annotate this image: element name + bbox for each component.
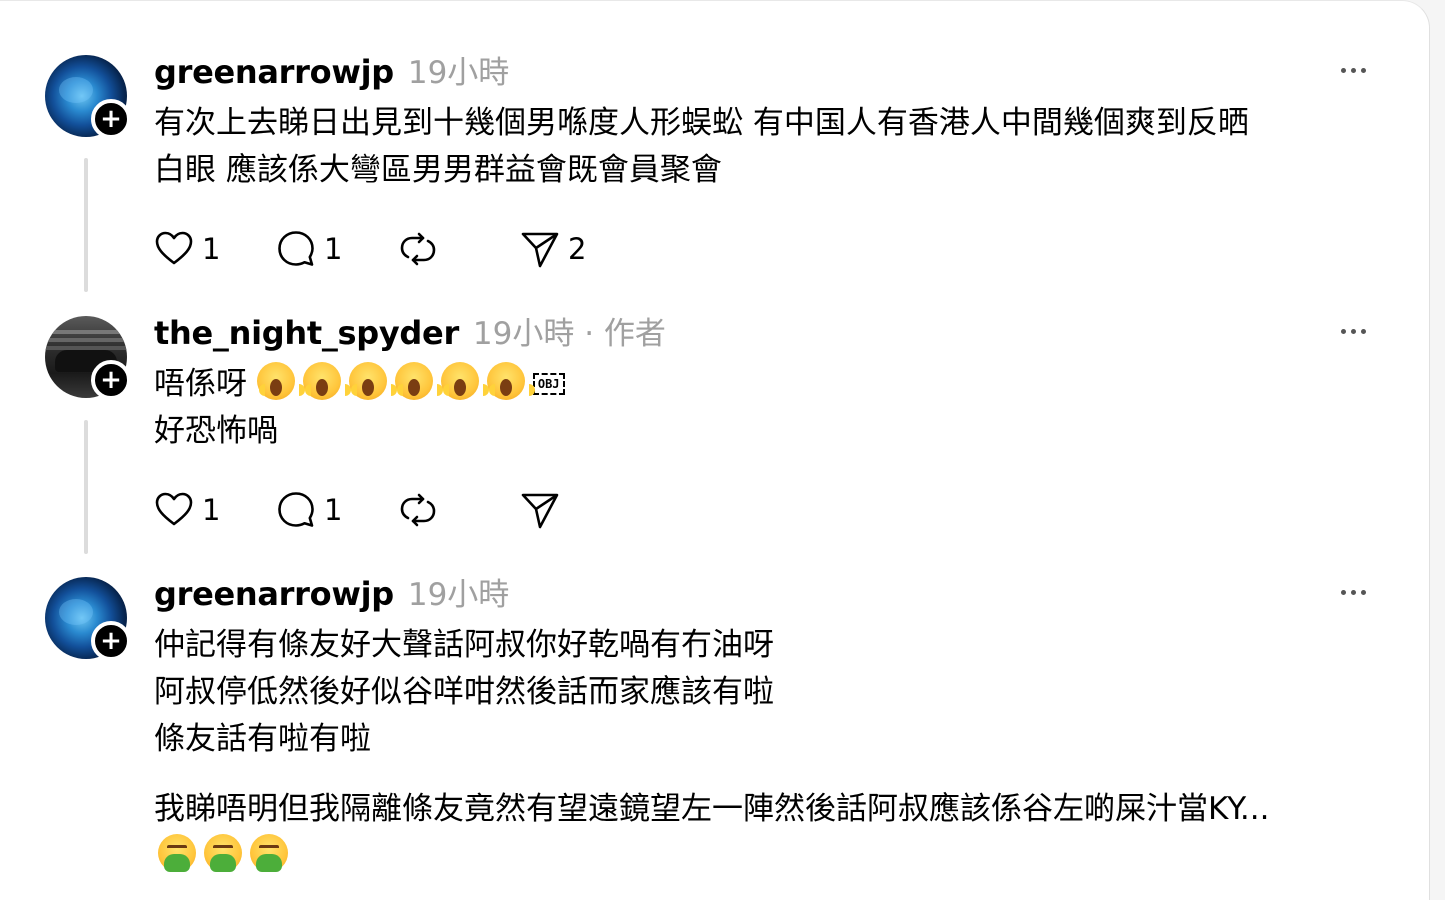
thread-connector-line: [84, 158, 88, 292]
object-replacement-glyph: OBJ: [532, 373, 565, 395]
username[interactable]: greenarrowjp: [154, 53, 394, 91]
post-header: greenarrowjp 19小時: [154, 47, 509, 93]
follow-plus-icon[interactable]: +: [91, 621, 131, 661]
comment-icon: [278, 231, 314, 266]
comment-icon: [278, 492, 314, 527]
more-options-icon[interactable]: [1335, 321, 1371, 341]
face-screaming-in-fear-emoji: [302, 362, 351, 400]
more-options-icon[interactable]: [1335, 582, 1371, 602]
username[interactable]: the_night_spyder: [154, 314, 459, 352]
heart-icon: [155, 492, 193, 526]
heart-icon: [155, 231, 193, 265]
post-text-segment: 唔係呀: [154, 366, 247, 402]
face-screaming-in-fear-emoji: [440, 362, 489, 400]
share-button[interactable]: 2: [520, 229, 642, 269]
post-text-line: [154, 833, 1384, 880]
face-vomiting-emoji: [204, 834, 242, 872]
follow-plus-icon[interactable]: +: [91, 99, 131, 139]
face-screaming-in-fear-emoji: [348, 362, 397, 400]
post-text-line: 仲記得有條友好大聲話阿叔你好乾喎有冇油呀: [154, 627, 774, 663]
post-text-line: 白眼 應該係大彎區男男群益會既會員聚會: [154, 152, 722, 188]
face-vomiting-emoji: [250, 834, 288, 872]
post-header: the_night_spyder 19小時 · 作者: [154, 308, 666, 354]
post-text: 唔係呀 OBJ 好恐怖喎: [154, 361, 1384, 455]
post-text-line: 我睇唔明但我隔離條友竟然有望遠鏡望左一陣然後話阿叔應該係谷左啲屎汁當KY...: [154, 791, 1270, 827]
post-text-line: 阿叔停低然後好似谷咩咁然後話而家應該有啦: [154, 674, 774, 710]
thread-connector-line: [84, 420, 88, 554]
share-count: 2: [568, 232, 587, 266]
post-header: greenarrowjp 19小時: [154, 569, 509, 615]
like-count: 1: [202, 232, 221, 266]
action-bar: 1 1: [154, 490, 642, 530]
like-button[interactable]: 1: [154, 490, 276, 530]
scrollbar[interactable]: [1430, 0, 1445, 882]
more-options-icon[interactable]: [1335, 60, 1371, 80]
post-text: 有次上去睇日出見到十幾個男喺度人形蜈蚣 有中国人有香港人中間幾個爽到反晒 白眼 …: [154, 100, 1384, 194]
like-count: 1: [202, 493, 221, 527]
action-bar: 1 1 2: [154, 229, 642, 269]
username[interactable]: greenarrowjp: [154, 575, 394, 613]
reply-button[interactable]: 1: [276, 229, 398, 269]
face-screaming-in-fear-emoji: [394, 362, 443, 400]
reply-count: 1: [324, 232, 343, 266]
face-screaming-in-fear-emoji: [486, 362, 535, 400]
post-text: 我睇唔明但我隔離條友竟然有望遠鏡望左一陣然後話阿叔應該係谷左啲屎汁當KY...: [154, 786, 1384, 880]
reply-button[interactable]: 1: [276, 490, 398, 530]
timestamp[interactable]: 19小時 · 作者: [473, 308, 666, 353]
share-button[interactable]: [520, 490, 642, 530]
face-screaming-in-fear-emoji: [256, 362, 305, 400]
post-text-line: 條友話有啦有啦: [154, 721, 371, 757]
repost-icon: [400, 493, 436, 527]
like-button[interactable]: 1: [154, 229, 276, 269]
repost-icon: [400, 232, 436, 266]
repost-button[interactable]: [398, 490, 520, 530]
post-text: 仲記得有條友好大聲話阿叔你好乾喎有冇油呀 阿叔停低然後好似谷咩咁然後話而家應該有…: [154, 622, 1384, 763]
timestamp[interactable]: 19小時: [408, 47, 509, 92]
timestamp[interactable]: 19小時: [408, 569, 509, 614]
repost-button[interactable]: [398, 229, 520, 269]
post-text-line: 有次上去睇日出見到十幾個男喺度人形蜈蚣 有中国人有香港人中間幾個爽到反晒: [154, 105, 1249, 141]
reply-count: 1: [324, 493, 343, 527]
face-vomiting-emoji: [158, 834, 196, 872]
post-text-line: 唔係呀 OBJ: [154, 361, 1384, 408]
follow-plus-icon[interactable]: +: [91, 360, 131, 400]
post-text-line: 好恐怖喎: [154, 413, 278, 449]
send-icon: [521, 232, 559, 268]
send-icon: [521, 493, 559, 529]
